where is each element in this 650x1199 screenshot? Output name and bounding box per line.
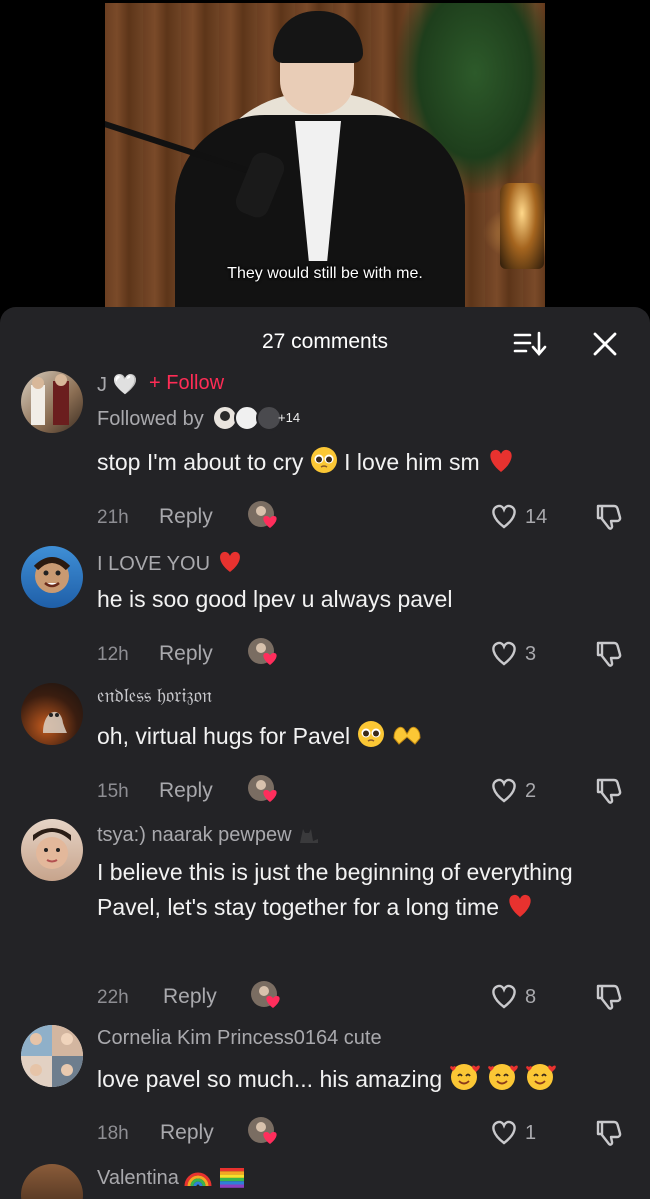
red-heart-icon xyxy=(490,449,512,472)
comment-username[interactable]: Valentina xyxy=(97,1164,246,1190)
comment-username-text: Valentina xyxy=(97,1167,179,1189)
comment-item: 𝔢𝔫𝔡𝔩𝔢𝔰𝔰 𝔥𝔬𝔯𝔦𝔷𝔬𝔫 oh, virtual hugs for Pav… xyxy=(0,681,650,804)
avatar[interactable] xyxy=(21,683,83,745)
avatar[interactable] xyxy=(21,546,83,608)
comment-text-part-a: stop I'm about to cry xyxy=(97,449,304,475)
comment-count: 27 comments xyxy=(261,330,389,353)
comment-username-text: tsya:) naarak pewpew xyxy=(97,824,292,846)
comment-username[interactable]: tsya:) naarak pewpew xyxy=(97,821,321,847)
like-icon[interactable] xyxy=(489,502,519,530)
avatar[interactable] xyxy=(21,1025,83,1087)
comment-item: Cornelia Kim Princess0164 cute love pave… xyxy=(0,1023,650,1153)
dislike-icon[interactable] xyxy=(594,1117,624,1147)
mutual-followers-icon xyxy=(212,405,283,431)
comment-username-text: I LOVE YOU xyxy=(97,553,211,575)
reply-button[interactable]: Reply xyxy=(159,505,213,529)
comment-text: he is soo good lpev u always pavel xyxy=(97,586,453,612)
comment-text: stop I'm about to cry I love him sm xyxy=(97,445,627,480)
comment-username[interactable]: I LOVE YOU xyxy=(97,548,244,576)
comment-item: tsya:) naarak pewpew I believe this is j… xyxy=(0,817,650,1010)
creator-liked-icon xyxy=(250,980,280,1008)
reply-button[interactable]: Reply xyxy=(160,1121,214,1145)
avatar[interactable] xyxy=(21,1164,83,1199)
comment-text: I believe this is just the beginning of … xyxy=(97,855,627,925)
comments-sheet: 27 comments J 🤍 + Follow Followed by +14… xyxy=(0,307,650,1199)
comment-text-part-b: I love him sm xyxy=(344,449,480,475)
like-icon[interactable] xyxy=(489,1118,519,1146)
comment-username[interactable]: Cornelia Kim Princess0164 cute xyxy=(97,1027,382,1050)
followed-by-text: Followed by xyxy=(97,408,204,430)
comment-time: 21h xyxy=(97,507,129,528)
comment-text-main: oh, virtual hugs for Pavel xyxy=(97,723,351,749)
comment-time: 22h xyxy=(97,987,129,1008)
sort-icon[interactable] xyxy=(512,329,548,359)
pleading-face-icon xyxy=(310,447,337,473)
creator-liked-icon xyxy=(247,774,277,802)
comment-item: Valentina xyxy=(0,1160,650,1199)
rainbow-flag-icon xyxy=(220,1168,245,1188)
dislike-icon[interactable] xyxy=(594,501,624,531)
dislike-icon[interactable] xyxy=(594,981,624,1011)
comment-username[interactable]: J 🤍 xyxy=(97,372,137,397)
like-count: 2 xyxy=(525,780,537,802)
like-count: 3 xyxy=(525,643,537,665)
smiling-hearts-icon xyxy=(526,1064,557,1090)
black-cat-icon xyxy=(300,829,319,843)
reply-button[interactable]: Reply xyxy=(163,985,217,1009)
table-lamp xyxy=(500,183,544,269)
red-heart-icon xyxy=(509,894,532,917)
rainbow-icon xyxy=(184,1172,212,1187)
comment-time: 15h xyxy=(97,781,129,802)
follow-button[interactable]: + Follow xyxy=(149,372,224,395)
comment-text: love pavel so much... his amazing xyxy=(97,1061,627,1097)
avatar[interactable] xyxy=(21,819,83,881)
comment-time: 18h xyxy=(97,1123,129,1144)
comment-item: I LOVE YOU he is soo good lpev u always … xyxy=(0,544,650,667)
comments-header: 27 comments xyxy=(0,307,650,377)
creator-liked-icon xyxy=(247,500,277,528)
followed-by-count: +14 xyxy=(278,410,301,425)
smiling-hearts-icon xyxy=(488,1064,518,1090)
dislike-icon[interactable] xyxy=(594,638,624,668)
comment-time: 12h xyxy=(97,644,129,665)
red-heart-icon xyxy=(219,551,240,572)
reply-button[interactable]: Reply xyxy=(159,779,213,803)
comment-text-main: I believe this is just the beginning of … xyxy=(97,859,573,920)
dislike-icon[interactable] xyxy=(594,775,624,805)
like-count: 1 xyxy=(525,1122,537,1144)
like-icon[interactable] xyxy=(489,776,519,804)
comment-item: J 🤍 + Follow Followed by +14 stop I'm ab… xyxy=(0,369,650,531)
heart-hands-icon xyxy=(393,726,421,745)
smiling-hearts-icon xyxy=(449,1064,480,1090)
comment-username[interactable]: 𝔢𝔫𝔡𝔩𝔢𝔰𝔰 𝔥𝔬𝔯𝔦𝔷𝔬𝔫 xyxy=(97,685,212,708)
avatar[interactable] xyxy=(21,371,83,433)
close-icon[interactable] xyxy=(588,327,622,361)
video-subtitle: They would still be with me. xyxy=(227,265,423,282)
reply-button[interactable]: Reply xyxy=(159,642,213,666)
followed-by-label: Followed by +14 xyxy=(97,404,300,432)
like-count: 14 xyxy=(525,506,548,528)
pleading-face-icon xyxy=(357,721,384,747)
creator-liked-icon xyxy=(247,1116,277,1144)
like-icon[interactable] xyxy=(489,982,519,1010)
like-icon[interactable] xyxy=(489,639,519,667)
comment-text: oh, virtual hugs for Pavel xyxy=(97,719,627,754)
comment-text-main: love pavel so much... his amazing xyxy=(97,1066,443,1092)
creator-liked-icon xyxy=(247,637,277,665)
speaker-hair xyxy=(273,11,363,63)
video-player[interactable]: They would still be with me. xyxy=(105,3,545,307)
like-count: 8 xyxy=(525,986,537,1008)
